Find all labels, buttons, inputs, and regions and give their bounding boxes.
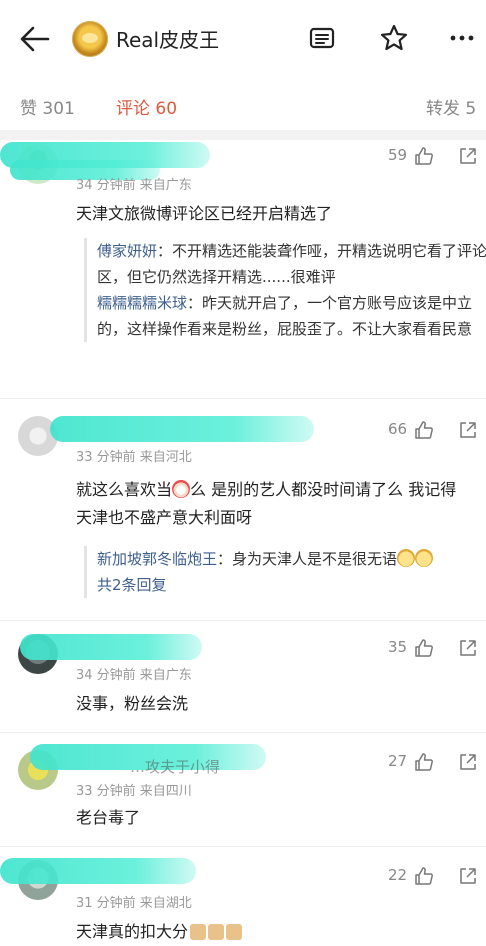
emoji-icon [190,924,207,940]
comment-text: 天津文旅微博评论区已经开启精选了 [76,204,333,223]
thumbs-up-icon[interactable] [414,146,434,166]
comment-separator [0,846,486,847]
reply-preview: 新加坡郭冬临炮王：身为天津人是不是很无语 共2条回复 [84,546,486,598]
cat-emoji-icon [397,549,416,567]
comment-meta: 34 分钟前 来自广东 [76,178,192,193]
star-icon[interactable] [378,22,410,54]
view-replies-link[interactable]: 共2条回复 [97,572,486,598]
like-count: 35 [388,638,408,656]
tab-bar: 赞 301 评论 60 转发 5 [0,86,486,126]
comment-text: 老台毒了 [76,808,141,827]
tab-reposts[interactable]: 转发 5 [426,94,476,119]
author-avatar[interactable] [72,21,108,57]
like-count: 22 [388,866,408,884]
like-count: 66 [388,420,408,438]
share-icon[interactable] [458,420,478,440]
list-icon[interactable] [306,22,338,54]
share-icon[interactable] [458,638,478,658]
thumbs-up-icon[interactable] [414,638,434,658]
comment-meta: 33 分钟前 来自河北 [76,450,192,465]
comment-text: 就这么喜欢当么 是别的艺人都没时间请了么 我记得天津也不盛产意大利面呀 [76,476,472,532]
comment-separator [0,620,486,621]
clown-emoji-icon [172,480,191,498]
reply-preview: 傅家妍妍：不开精选还能装聋作哑，开精选说明它看了评论区，但它仍然选择开精选...… [84,238,486,342]
reply-item[interactable]: 新加坡郭冬临炮王：身为天津人是不是很无语 [97,546,486,572]
partial-username: …攻夫于小得 [130,758,221,776]
tab-comments[interactable]: 评论 60 [116,94,177,119]
thumbs-up-icon[interactable] [414,866,434,886]
share-icon[interactable] [458,866,478,886]
redacted-username [0,858,196,884]
comment-text: 没事，粉丝会洗 [76,694,189,713]
tab-likes[interactable]: 赞 301 [20,94,75,119]
redacted-username [50,416,314,442]
like-count: 59 [388,146,408,164]
comment-text: 天津真的扣大分 [76,918,472,946]
reply-item[interactable]: 糯糯糯糯米球：昨天就开启了，一个官方账号应该是中立的，这样操作看来是粉丝，屁股歪… [97,290,486,342]
more-icon[interactable] [446,22,478,54]
comment-text-part: 就这么喜欢当 [76,480,173,499]
emoji-icon [208,924,225,940]
emoji-icon [226,924,243,940]
reply-item[interactable]: 傅家妍妍：不开精选还能装聋作哑，开精选说明它看了评论区，但它仍然选择开精选...… [97,238,486,290]
arrow-left-icon[interactable] [18,22,52,56]
redacted-username [20,634,202,660]
comment-separator [0,398,486,399]
section-divider [0,130,486,140]
comment-meta: 34 分钟前 来自广东 [76,668,192,683]
reply-author[interactable]: 糯糯糯糯米球 [97,294,187,312]
like-count: 27 [388,752,408,770]
thumbs-up-icon[interactable] [414,420,434,440]
top-bar: Real皮皮王 [0,0,486,78]
comment-meta: 31 分钟前 来自湖北 [76,896,192,911]
comment-separator [0,732,486,733]
comment-meta: 33 分钟前 来自四川 [76,784,192,799]
reply-author[interactable]: 新加坡郭冬临炮王 [97,550,217,568]
share-icon[interactable] [458,146,478,166]
cat-emoji-icon [415,549,434,567]
thumbs-up-icon[interactable] [414,752,434,772]
reply-text: ：身为天津人是不是很无语 [217,550,398,568]
share-icon[interactable] [458,752,478,772]
page-title[interactable]: Real皮皮王 [116,24,219,53]
reply-author[interactable]: 傅家妍妍 [97,242,157,260]
comment-text-part: 天津真的扣大分 [76,922,189,941]
